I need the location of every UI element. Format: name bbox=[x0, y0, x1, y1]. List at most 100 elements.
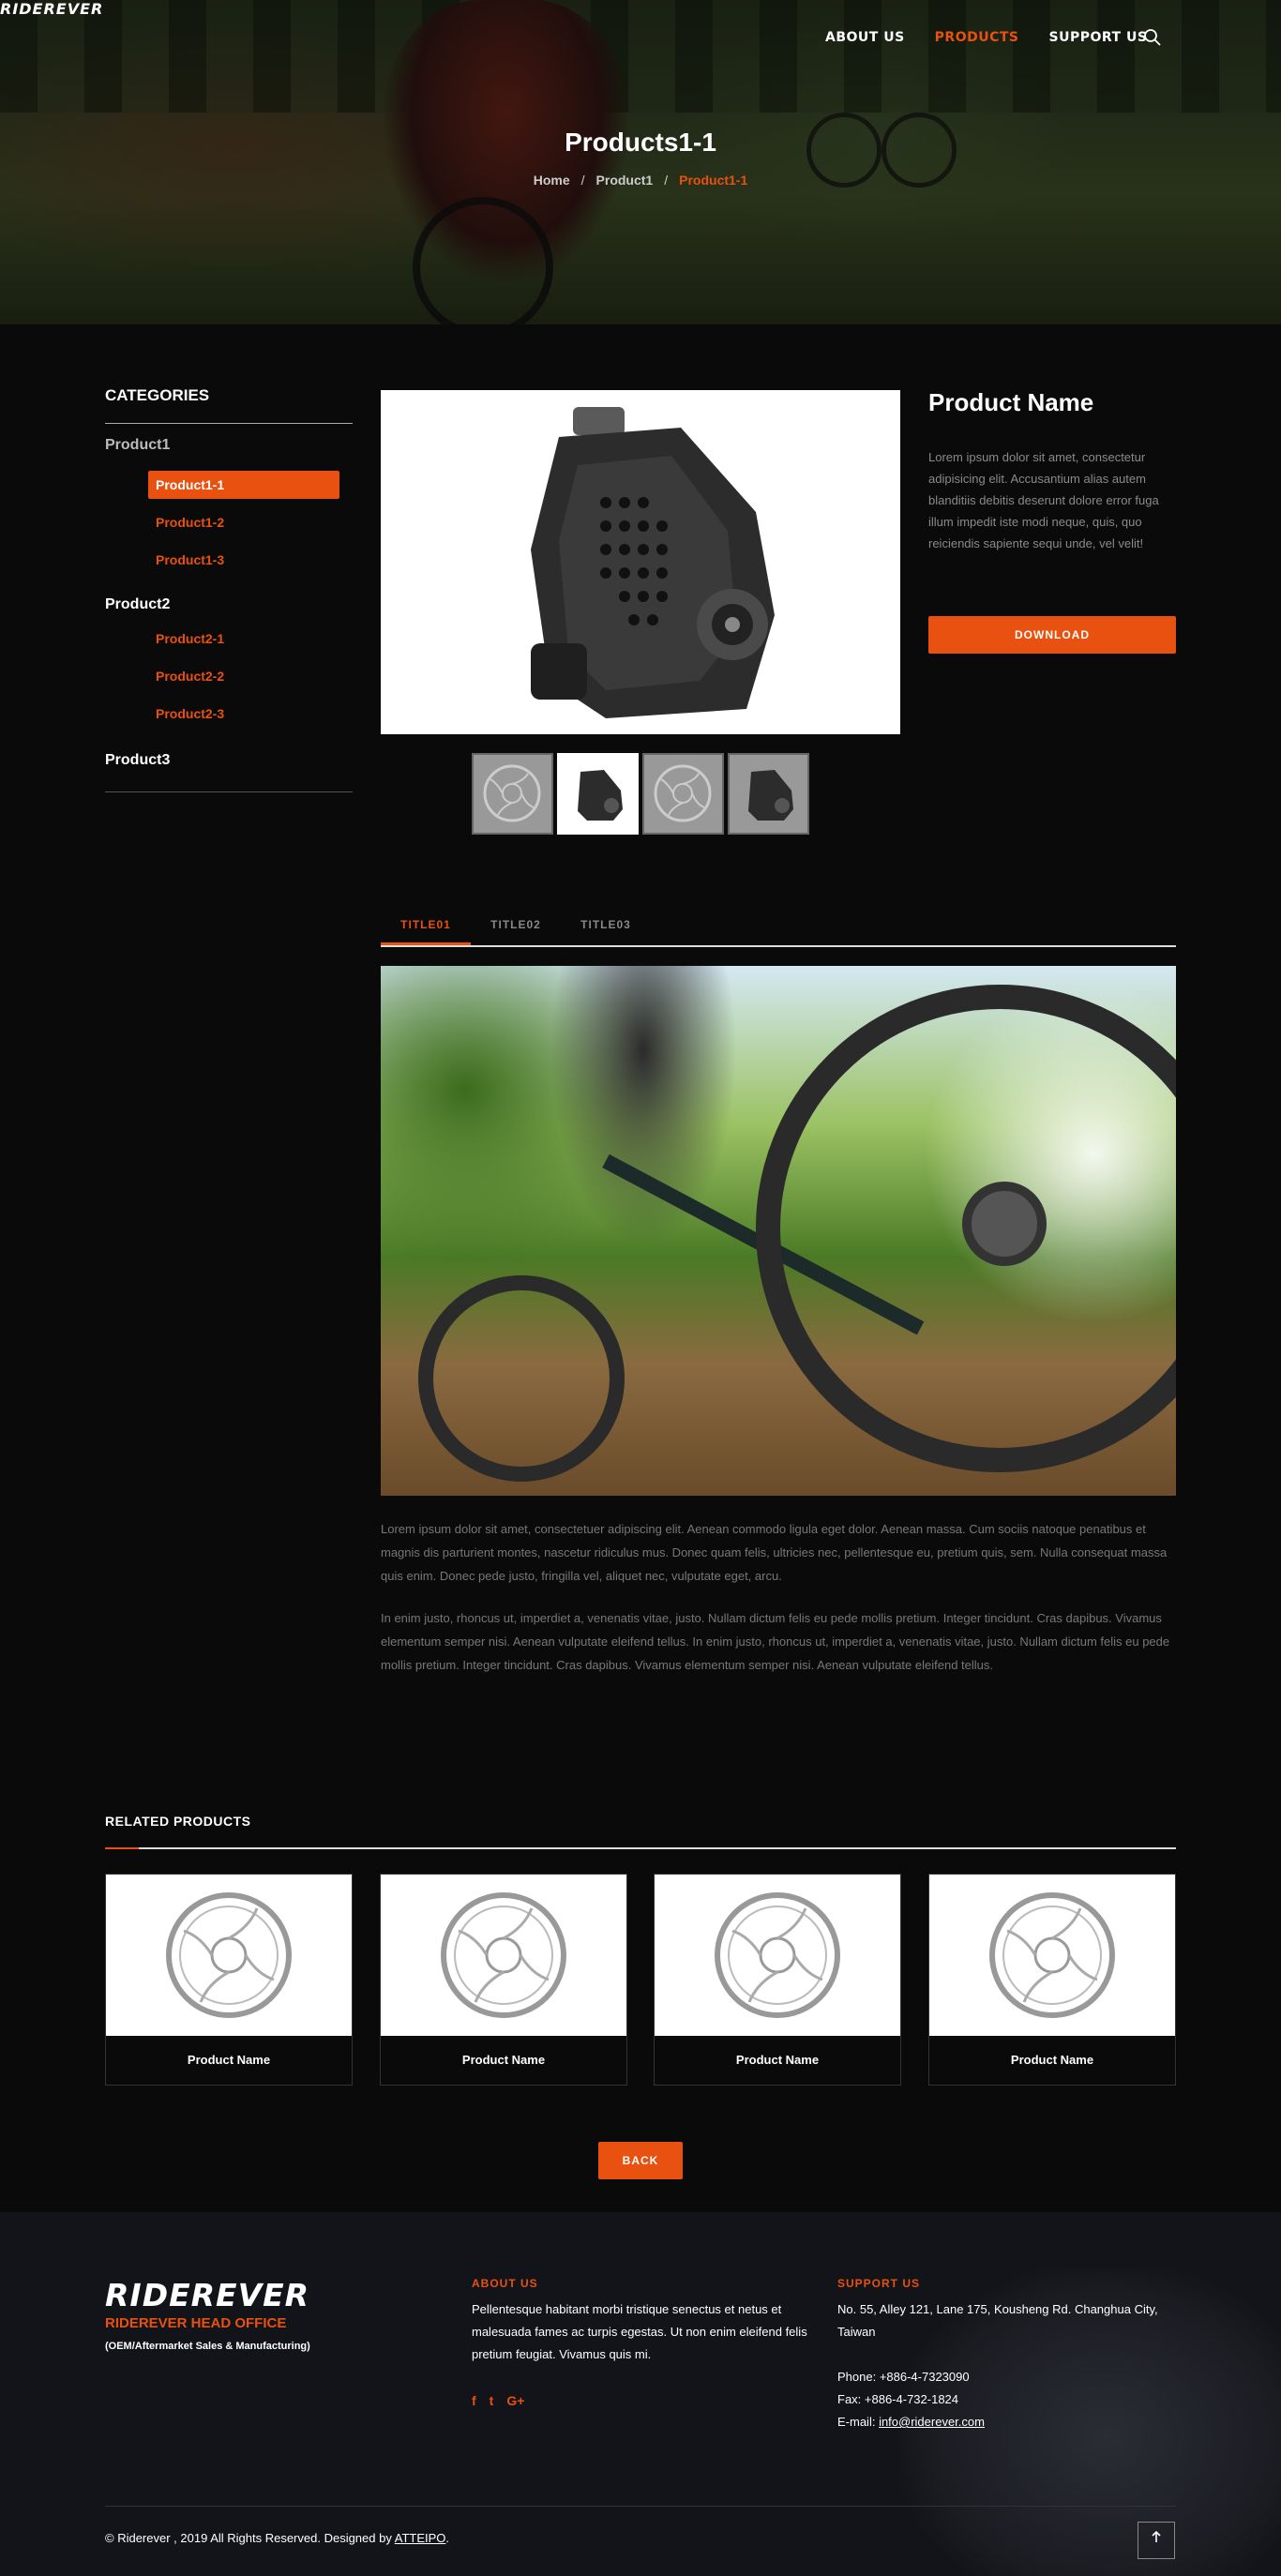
office-subtitle: (OEM/Aftermarket Sales & Manufacturing) bbox=[105, 2341, 310, 2352]
disc-rotor-icon bbox=[715, 1892, 840, 2018]
subcategory-product2-3[interactable]: Product2-3 bbox=[148, 700, 339, 728]
tab-title02[interactable]: TITLE02 bbox=[471, 910, 561, 945]
breadcrumb-home[interactable]: Home bbox=[534, 173, 570, 188]
designer-link[interactable]: ATTEIPO bbox=[395, 2531, 446, 2545]
product-thumbnails bbox=[472, 753, 813, 835]
twitter-icon[interactable]: t bbox=[490, 2393, 494, 2408]
breadcrumb-current: Product1-1 bbox=[679, 173, 748, 188]
product-tabs: TITLE01 TITLE02 TITLE03 bbox=[381, 910, 1176, 947]
category-group: Product2 Product2-1 Product2-2 Product2-… bbox=[105, 596, 353, 728]
footer-email-label: E-mail: bbox=[837, 2415, 880, 2429]
disc-rotor-icon bbox=[483, 764, 541, 822]
category-group: Product3 bbox=[105, 752, 353, 769]
categories-title: CATEGORIES bbox=[105, 386, 353, 424]
related-divider bbox=[105, 1847, 1176, 1849]
footer-about-text: Pellentesque habitant morbi tristique se… bbox=[472, 2302, 807, 2361]
brake-caliper-icon bbox=[578, 770, 623, 821]
category-product3[interactable]: Product3 bbox=[105, 752, 353, 769]
related-product-image bbox=[929, 1875, 1175, 2036]
category-group: Product1 Product1-1 Product1-2 Product1-… bbox=[105, 437, 353, 574]
related-product-image bbox=[106, 1875, 352, 2036]
disc-rotor-icon bbox=[441, 1892, 566, 2018]
disc-rotor-icon bbox=[166, 1892, 292, 2018]
nav-support-us[interactable]: SUPPORT US bbox=[1049, 30, 1148, 45]
breadcrumb: Home / Product1 / Product1-1 bbox=[0, 173, 1281, 188]
logo-text: RIDEREVER bbox=[105, 2276, 310, 2313]
footer-address: No. 55, Alley 121, Lane 175, Kousheng Rd… bbox=[837, 2302, 1158, 2339]
category-product2[interactable]: Product2 bbox=[105, 596, 353, 613]
product-name: Product Name bbox=[928, 388, 1094, 416]
related-product-name: Product Name bbox=[1010, 2053, 1094, 2067]
arrow-up-icon[interactable] bbox=[1138, 2522, 1175, 2559]
category-product1[interactable]: Product1 bbox=[105, 437, 353, 454]
header-logo[interactable]: RIDEREVER bbox=[0, 0, 103, 18]
related-product-name: Product Name bbox=[735, 2053, 820, 2067]
content-paragraph: Lorem ipsum dolor sit amet, consectetuer… bbox=[381, 1522, 1168, 1583]
related-products-title: RELATED PRODUCTS bbox=[105, 1814, 251, 1829]
footer-email-link[interactable]: info@riderever.com bbox=[879, 2415, 985, 2429]
copyright-text: © Riderever , 2019 All Rights Reserved. … bbox=[105, 2531, 395, 2545]
tab-title03[interactable]: TITLE03 bbox=[561, 910, 651, 945]
disc-rotor-icon bbox=[654, 764, 712, 822]
footer: RIDEREVER RIDEREVER HEAD OFFICE (OEM/Aft… bbox=[0, 2212, 1281, 2576]
related-product-image bbox=[655, 1875, 900, 2036]
breadcrumb-product1[interactable]: Product1 bbox=[596, 173, 654, 188]
breadcrumb-separator: / bbox=[580, 173, 585, 188]
hero-trees-background bbox=[0, 0, 1281, 113]
related-product-card[interactable]: Product Name bbox=[380, 1874, 627, 2086]
content-paragraph: In enim justo, rhoncus ut, imperdiet a, … bbox=[381, 1611, 1170, 1672]
sidebar-divider bbox=[105, 791, 353, 792]
google-plus-icon[interactable]: G+ bbox=[506, 2393, 524, 2408]
thumbnail[interactable] bbox=[642, 753, 724, 835]
related-product-card[interactable]: Product Name bbox=[654, 1874, 901, 2086]
related-product-image bbox=[381, 1875, 626, 2036]
copyright-suffix: . bbox=[445, 2531, 450, 2545]
subcategory-product2-2[interactable]: Product2-2 bbox=[148, 662, 339, 690]
related-divider-accent bbox=[105, 1847, 139, 1849]
subcategory-product1-2[interactable]: Product1-2 bbox=[148, 508, 339, 536]
thumbnail-active[interactable] bbox=[557, 753, 639, 835]
brake-caliper-image bbox=[531, 407, 775, 718]
footer-logo[interactable]: RIDEREVER bbox=[105, 2276, 310, 2313]
hero-banner bbox=[0, 0, 1281, 324]
footer-about-heading: ABOUT US bbox=[472, 2277, 538, 2290]
hero-bike-wheel bbox=[413, 197, 553, 324]
thumbnail[interactable] bbox=[472, 753, 553, 835]
social-links: f t G+ bbox=[472, 2393, 537, 2408]
related-product-name: Product Name bbox=[461, 2053, 546, 2067]
product-description: Lorem ipsum dolor sit amet, consectetur … bbox=[928, 450, 1159, 550]
facebook-icon[interactable]: f bbox=[472, 2393, 476, 2408]
back-button[interactable]: BACK bbox=[598, 2142, 683, 2179]
breadcrumb-separator: / bbox=[664, 173, 669, 188]
footer-email: E-mail: info@riderever.com bbox=[837, 2411, 985, 2433]
categories-sidebar: CATEGORIES Product1 Product1-1 Product1-… bbox=[105, 386, 353, 792]
related-product-card[interactable]: Product Name bbox=[105, 1874, 353, 2086]
related-product-name: Product Name bbox=[187, 2053, 271, 2067]
logo-text: RIDEREVER bbox=[0, 0, 104, 18]
nav-products[interactable]: PRODUCTS bbox=[935, 30, 1019, 45]
brake-caliper-icon bbox=[748, 770, 793, 821]
rider-legs bbox=[550, 966, 737, 1247]
tab-title01[interactable]: TITLE01 bbox=[381, 910, 471, 945]
footer-fax: Fax: +886-4-732-1824 bbox=[837, 2392, 959, 2406]
footer-phone: Phone: +886-4-7323090 bbox=[837, 2370, 970, 2384]
thumbnail[interactable] bbox=[728, 753, 809, 835]
footer-divider bbox=[105, 2506, 1176, 2507]
tab-content-image bbox=[381, 966, 1176, 1496]
copyright: © Riderever , 2019 All Rights Reserved. … bbox=[105, 2531, 449, 2545]
download-button[interactable]: DOWNLOAD bbox=[928, 616, 1176, 654]
office-title: RIDEREVER HEAD OFFICE bbox=[105, 2315, 287, 2331]
subcategory-product2-1[interactable]: Product2-1 bbox=[148, 625, 339, 653]
nav-about-us[interactable]: ABOUT US bbox=[825, 30, 905, 45]
search-icon[interactable] bbox=[1143, 28, 1162, 47]
related-product-card[interactable]: Product Name bbox=[928, 1874, 1176, 2086]
front-wheel bbox=[418, 1275, 625, 1482]
subcategory-product1-1[interactable]: Product1-1 bbox=[148, 471, 339, 499]
subcategory-product1-3[interactable]: Product1-3 bbox=[148, 546, 339, 574]
main-nav: ABOUT US PRODUCTS SUPPORT US bbox=[825, 30, 1177, 45]
footer-support-heading: SUPPORT US bbox=[837, 2277, 921, 2290]
disc-rotor-icon bbox=[989, 1892, 1115, 2018]
wheel-hub bbox=[962, 1182, 1047, 1266]
page-title: Products1-1 bbox=[565, 128, 716, 157]
product-main-image[interactable] bbox=[381, 390, 900, 734]
